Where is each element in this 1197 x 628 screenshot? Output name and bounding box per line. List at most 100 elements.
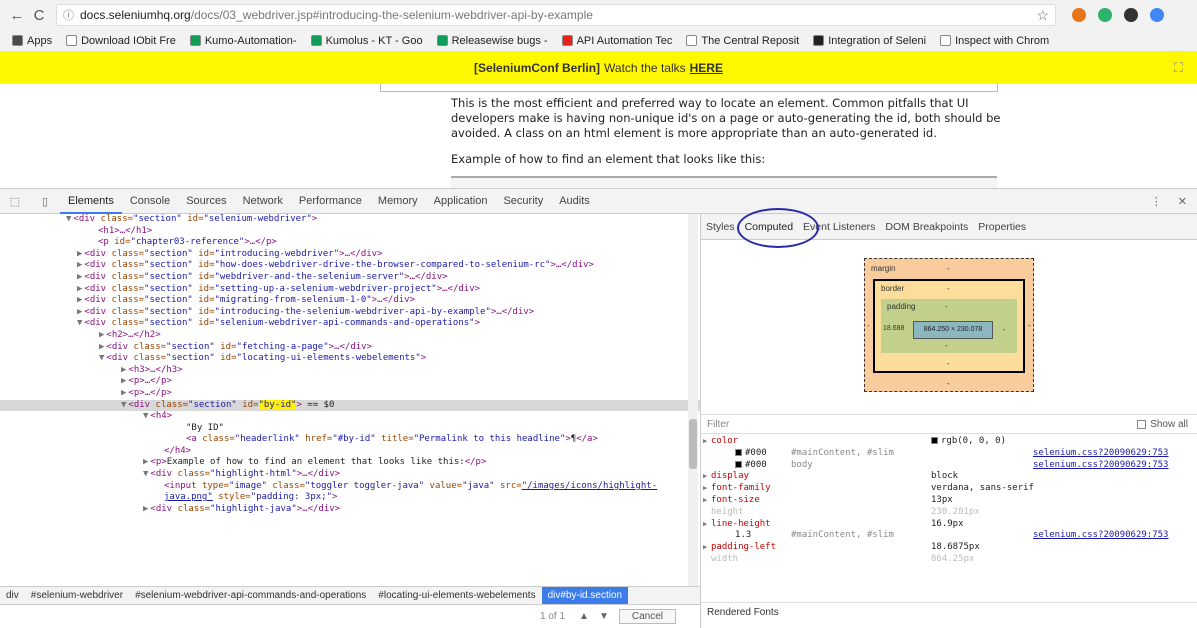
inspect-icon[interactable]: ⬚	[0, 195, 30, 208]
dom-node[interactable]: ▶ <p>…</p>	[0, 376, 700, 388]
dom-node[interactable]: ▼ <div class="section" id="by-id"> == $0	[0, 399, 700, 412]
tab-memory[interactable]: Memory	[370, 188, 426, 214]
extension-icon[interactable]	[1098, 8, 1112, 22]
breadcrumb-item[interactable]: #selenium-webdriver	[25, 590, 129, 601]
expand-toggle-icon[interactable]: ▶	[77, 260, 82, 270]
device-toggle-icon[interactable]: ▯	[30, 195, 60, 208]
reload-icon[interactable]: C	[28, 4, 50, 26]
expand-toggle-icon[interactable]: ▶	[77, 284, 82, 294]
stylesheet-link[interactable]: selenium.css?20090629:753	[1033, 530, 1168, 542]
expand-toggle-icon[interactable]: ▶	[121, 376, 126, 386]
computed-property-row[interactable]: ▶ color rgb(0, 0, 0)	[701, 436, 1197, 448]
side-tab-dom-breakpoints[interactable]: DOM Breakpoints	[880, 221, 973, 233]
breadcrumb-item[interactable]: div#by-id.section	[541, 587, 629, 604]
bookmark-item[interactable]: The Central Reposit	[680, 35, 805, 47]
dom-node[interactable]: </h4>	[0, 446, 700, 458]
computed-property-row[interactable]: #000 #mainContent, #slim selenium.css?2009…	[701, 448, 1197, 460]
find-up-icon[interactable]: ▲	[579, 611, 589, 622]
dom-node[interactable]: ▶ <div class="section" id="introducing-we…	[0, 249, 700, 261]
dom-node[interactable]: ▶ <div class="section" id="migrating-from…	[0, 295, 700, 307]
expand-toggle-icon[interactable]: ▼	[121, 400, 126, 410]
bookmark-item[interactable]: API Automation Tec	[556, 35, 679, 47]
breadcrumb-item[interactable]: #selenium-webdriver-api-commands-and-ope…	[129, 590, 372, 601]
dom-node[interactable]: ▼ <div class="section" id="selenium-webdr…	[0, 214, 700, 226]
dom-node[interactable]: <input type="image" class="toggler toggl…	[0, 481, 700, 493]
expand-toggle-icon[interactable]: ▶	[99, 342, 104, 352]
bookmark-item[interactable]: Apps	[6, 35, 58, 47]
tab-performance[interactable]: Performance	[291, 188, 370, 214]
tab-application[interactable]: Application	[426, 188, 496, 214]
expand-toggle-icon[interactable]: ▶	[77, 307, 82, 317]
info-icon[interactable]: ⓘ	[63, 7, 74, 23]
extension-icon[interactable]	[1124, 8, 1138, 22]
breadcrumb-item[interactable]: div	[0, 590, 25, 601]
breadcrumb-item[interactable]: #locating-ui-elements-webelements	[372, 590, 541, 601]
computed-property-row[interactable]: ▶ line-height 16.9px	[701, 519, 1197, 531]
dom-node[interactable]: ▶ <div class="section" id="setting-up-a-s…	[0, 284, 700, 296]
bookmark-item[interactable]: Releasewise bugs -	[431, 35, 554, 47]
expand-toggle-icon[interactable]: ▶	[143, 457, 148, 467]
bookmark-item[interactable]: Integration of Seleni	[807, 35, 932, 47]
expand-toggle-icon[interactable]: ▶	[77, 272, 82, 282]
expand-toggle-icon[interactable]: ▶	[99, 330, 104, 340]
expand-toggle-icon[interactable]: ▼	[99, 353, 104, 363]
expand-toggle-icon[interactable]: ▶	[703, 495, 707, 507]
computed-property-row[interactable]: ▶ padding-left 18.6875px	[701, 542, 1197, 554]
dom-node[interactable]: ▶ <p>Example of how to find an element th…	[0, 457, 700, 469]
devtools-menu-icon[interactable]: ⋮	[1151, 195, 1162, 208]
scrollbar-thumb[interactable]	[689, 419, 697, 469]
back-icon[interactable]: ←	[6, 4, 28, 26]
bookmark-star-icon[interactable]: ☆	[1036, 7, 1049, 24]
banner-close-icon[interactable]: ⛶	[1174, 60, 1183, 76]
expand-toggle-icon[interactable]: ▼	[66, 214, 71, 224]
stylesheet-link[interactable]: selenium.css?20090629:753	[1033, 460, 1168, 472]
stylesheet-link[interactable]: selenium.css?20090629:753	[1033, 448, 1168, 460]
expand-toggle-icon[interactable]: ▶	[121, 365, 126, 375]
show-all-checkbox[interactable]	[1137, 419, 1147, 429]
dom-node[interactable]: ▶ <div class="section" id="how-does-webdr…	[0, 260, 700, 272]
tab-security[interactable]: Security	[495, 188, 551, 214]
dom-node[interactable]: ▶ <div class="section" id="fetching-a-pag…	[0, 342, 700, 354]
expand-toggle-icon[interactable]: ▶	[703, 519, 707, 531]
expand-toggle-icon[interactable]: ▶	[703, 471, 707, 483]
show-all-toggle[interactable]: Show all	[1137, 419, 1188, 430]
bookmark-item[interactable]: Kumo-Automation-	[184, 35, 303, 47]
dom-node[interactable]: <h1>…</h1>	[0, 226, 700, 238]
dom-node[interactable]: java.png" style="padding: 3px;">	[0, 492, 700, 504]
dom-node[interactable]: ▼ <div class="highlight-html">…</div>	[0, 469, 700, 481]
computed-property-row[interactable]: ▶ font-size 13px	[701, 495, 1197, 507]
computed-property-row[interactable]: ▶ font-family verdana, sans-serif	[701, 483, 1197, 495]
bookmark-item[interactable]: Download IObit Fre	[60, 35, 182, 47]
devtools-close-icon[interactable]: ✕	[1178, 195, 1187, 208]
computed-property-row[interactable]: height 230.281px	[701, 507, 1197, 519]
find-cancel-button[interactable]: Cancel	[618, 609, 676, 624]
dom-node[interactable]: <p id="chapter03-reference">…</p>	[0, 237, 700, 249]
computed-property-row[interactable]: width 864.25px	[701, 554, 1197, 566]
dom-node[interactable]: ▶ <div class="section" id="introducing-th…	[0, 307, 700, 319]
expand-toggle-icon[interactable]: ▼	[77, 318, 82, 328]
dom-node[interactable]: ▶ <h3>…</h3>	[0, 365, 700, 377]
expand-toggle-icon[interactable]: ▼	[143, 411, 148, 421]
tab-sources[interactable]: Sources	[178, 188, 234, 214]
rendered-fonts-header[interactable]: Rendered Fonts	[701, 602, 1197, 622]
computed-property-row[interactable]: #000 body selenium.css?20090629:753	[701, 460, 1197, 472]
dom-node[interactable]: "By ID"	[0, 423, 700, 435]
bookmark-item[interactable]: Kumolus - KT - Goo	[305, 35, 429, 47]
extension-icon[interactable]	[1072, 8, 1086, 22]
expand-toggle-icon[interactable]: ▶	[121, 388, 126, 398]
extension-icon[interactable]	[1150, 8, 1164, 22]
dom-node[interactable]: ▶ <div class="section" id="webdriver-and-…	[0, 272, 700, 284]
dom-node[interactable]: ▼ <div class="section" id="selenium-webdr…	[0, 318, 700, 330]
find-down-icon[interactable]: ▼	[599, 611, 609, 622]
color-swatch-icon[interactable]	[931, 437, 938, 444]
bookmark-item[interactable]: Inspect with Chrom	[934, 35, 1055, 47]
dom-node[interactable]: ▶ <p>…</p>	[0, 388, 700, 400]
url-input[interactable]: ⓘ docs.seleniumhq.org/docs/03_webdriver.…	[56, 4, 1056, 26]
tab-elements[interactable]: Elements	[60, 188, 122, 214]
dom-node[interactable]: <a class="headerlink" href="#by-id" titl…	[0, 434, 700, 446]
dom-node[interactable]: ▶ <h2>…</h2>	[0, 330, 700, 342]
elements-scrollbar[interactable]	[688, 214, 698, 586]
computed-property-row[interactable]: ▶ display block	[701, 471, 1197, 483]
side-tab-styles[interactable]: Styles	[701, 221, 740, 233]
expand-toggle-icon[interactable]: ▶	[77, 249, 82, 259]
